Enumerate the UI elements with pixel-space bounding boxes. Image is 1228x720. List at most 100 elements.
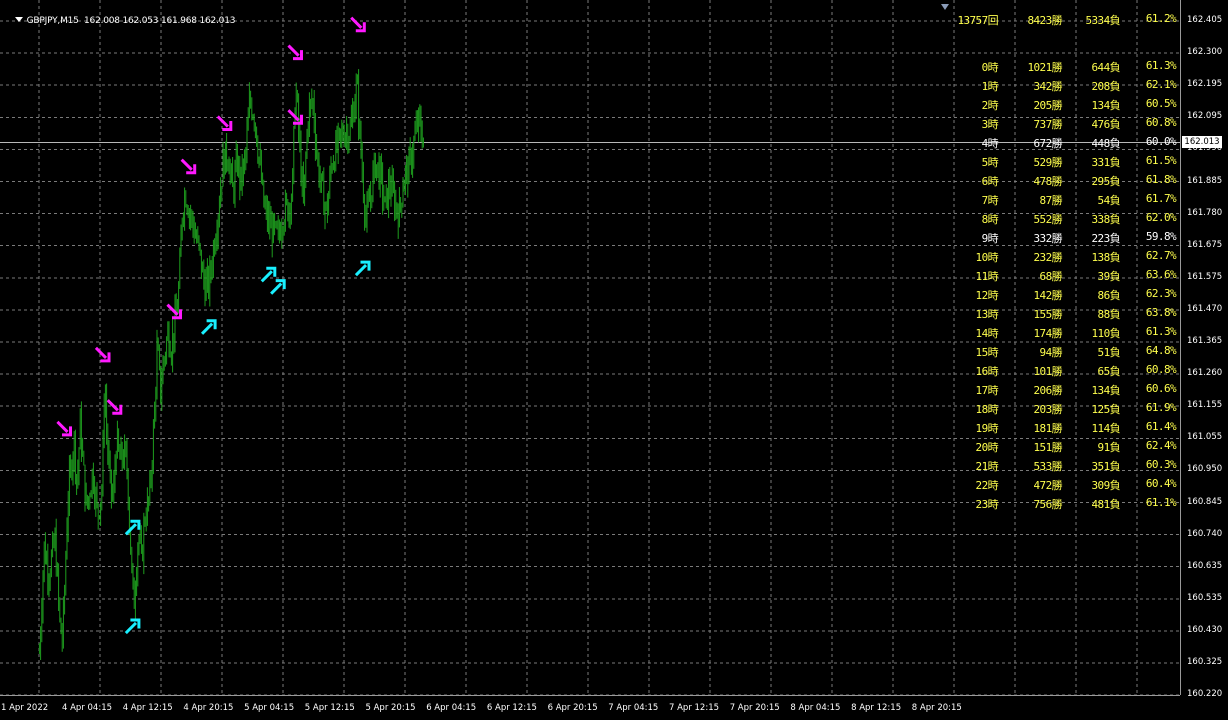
stats-hour-row: 6時 478勝 295負 61.8% <box>940 173 1180 191</box>
stat-losses: 134負 <box>1091 384 1121 397</box>
stat-losses: 51負 <box>1097 346 1121 359</box>
price-tick-label: 161.470 <box>1187 303 1223 314</box>
stat-losses: 114負 <box>1091 422 1121 435</box>
stat-rate: 64.8% <box>1145 344 1177 357</box>
time-tick-label: 4 Apr 20:15 <box>183 703 234 713</box>
price-tick-label: 161.260 <box>1187 368 1223 379</box>
time-tick-label: 7 Apr 20:15 <box>729 703 780 713</box>
time-tick-label: 1 Apr 2022 <box>1 703 49 713</box>
stats-hour-row: 13時 155勝 88負 63.8% <box>940 306 1180 324</box>
stat-losses: 338負 <box>1091 213 1121 226</box>
stat-rate: 60.5% <box>1145 97 1177 110</box>
stat-hour: 6時 <box>981 175 999 188</box>
time-tick-label: 7 Apr 04:15 <box>608 703 659 713</box>
stats-hour-row: 21時 533勝 351負 60.3% <box>940 458 1180 476</box>
stat-losses: 208負 <box>1091 80 1121 93</box>
stat-wins: 478勝 <box>1033 175 1063 188</box>
sell-arrow-icon <box>106 399 123 415</box>
stat-rate: 61.4% <box>1145 420 1177 433</box>
stat-wins: 206勝 <box>1033 384 1063 397</box>
stat-rate: 60.8% <box>1145 116 1177 129</box>
buy-arrow-icon <box>270 279 286 295</box>
sell-arrow-icon <box>287 44 303 61</box>
stat-hour: 13757回 <box>957 14 998 27</box>
stat-losses: 138負 <box>1091 251 1121 264</box>
stat-wins: 533勝 <box>1033 460 1063 473</box>
symbol-header[interactable]: GBPJPY,M15 162.008 162.053 161.968 162.0… <box>4 6 235 36</box>
price-tick-label: 161.675 <box>1187 239 1223 250</box>
stats-hour-row: 11時 68勝 39負 63.6% <box>940 268 1180 286</box>
stats-hour-row: 4時 672勝 448負 60.0% <box>940 135 1180 153</box>
stat-wins: 472勝 <box>1033 479 1063 492</box>
time-tick-label: 4 Apr 12:15 <box>122 703 173 713</box>
stat-rate: 62.4% <box>1145 439 1177 452</box>
buy-arrow-icon <box>124 519 141 536</box>
stat-hour: 18時 <box>975 403 999 416</box>
stat-wins: 552勝 <box>1033 213 1063 226</box>
stat-wins: 672勝 <box>1033 137 1063 150</box>
stat-hour: 0時 <box>981 61 999 74</box>
stat-losses: 125負 <box>1091 403 1121 416</box>
stat-losses: 39負 <box>1097 270 1121 283</box>
stats-hour-row: 8時 552勝 338負 62.0% <box>940 211 1180 229</box>
chart-shift-icon[interactable] <box>941 4 949 10</box>
price-tick-label: 162.405 <box>1187 15 1223 25</box>
stat-losses: 351負 <box>1091 460 1121 473</box>
stat-rate: 61.5% <box>1145 154 1177 167</box>
stat-rate: 61.7% <box>1145 192 1177 205</box>
price-tick-label: 160.535 <box>1187 592 1223 603</box>
stat-hour: 17時 <box>975 384 999 397</box>
stat-hour: 14時 <box>975 327 999 340</box>
stat-rate: 62.7% <box>1145 249 1177 262</box>
stat-losses: 91負 <box>1097 441 1121 454</box>
price-tick-label: 162.095 <box>1187 111 1223 122</box>
time-tick-label: 6 Apr 04:15 <box>426 703 477 713</box>
stat-hour: 8時 <box>981 213 999 226</box>
stats-hour-row: 12時 142勝 86負 62.3% <box>940 287 1180 305</box>
stat-hour: 19時 <box>975 422 999 435</box>
price-tick-label: 161.155 <box>1187 400 1223 411</box>
price-tick-label: 160.950 <box>1187 464 1223 475</box>
time-tick-label: 6 Apr 20:15 <box>547 703 598 713</box>
stat-wins: 155勝 <box>1033 308 1063 321</box>
stat-hour: 2時 <box>981 99 999 112</box>
sell-arrow-icon <box>216 115 233 131</box>
price-tick-label: 160.325 <box>1187 657 1223 667</box>
current-price-tag: 162.013 <box>1182 136 1222 148</box>
stat-losses: 54負 <box>1097 194 1121 207</box>
stats-hour-row: 15時 94勝 51負 64.8% <box>940 344 1180 362</box>
price-tick-label: 162.300 <box>1187 47 1223 58</box>
collapse-triangle-icon[interactable] <box>14 17 23 22</box>
stat-wins: 68勝 <box>1039 270 1063 283</box>
stats-hour-row: 2時 205勝 134負 60.5% <box>940 97 1180 115</box>
stat-losses: 481負 <box>1091 498 1121 511</box>
stat-hour: 23時 <box>975 498 999 511</box>
stat-losses: 223負 <box>1091 232 1121 245</box>
stat-rate: 60.0% <box>1145 135 1177 148</box>
stat-hour: 16時 <box>975 365 999 378</box>
mt4-chart-window[interactable]: GBPJPY,M15 162.008 162.053 161.968 162.0… <box>0 0 1228 720</box>
stat-hour: 10時 <box>975 251 999 264</box>
stats-hour-row: 9時 332勝 223負 59.8% <box>940 230 1180 248</box>
stat-hour: 15時 <box>975 346 999 359</box>
stat-hour: 11時 <box>975 270 999 283</box>
stat-wins: 101勝 <box>1033 365 1063 378</box>
price-tick-label: 160.740 <box>1187 528 1223 539</box>
stats-hour-row: 19時 181勝 114負 61.4% <box>940 420 1180 438</box>
price-tick-label: 161.365 <box>1187 336 1223 346</box>
stat-wins: 87勝 <box>1039 194 1063 207</box>
stats-hour-row: 10時 232勝 138負 62.7% <box>940 249 1180 267</box>
stat-rate: 61.1% <box>1145 496 1177 509</box>
stat-wins: 737勝 <box>1033 118 1063 131</box>
stat-rate: 60.8% <box>1145 363 1177 376</box>
price-tick-label: 160.635 <box>1187 560 1223 571</box>
stats-hour-row: 7時 87勝 54負 61.7% <box>940 192 1180 210</box>
stat-wins: 181勝 <box>1033 422 1063 435</box>
sell-arrow-icon <box>180 158 197 175</box>
price-bars <box>38 69 424 660</box>
stat-rate: 62.0% <box>1145 211 1177 224</box>
price-tick-label: 161.055 <box>1187 432 1223 443</box>
stat-losses: 86負 <box>1097 289 1121 302</box>
stat-hour: 7時 <box>981 194 999 207</box>
buy-arrow-icon <box>200 319 217 335</box>
